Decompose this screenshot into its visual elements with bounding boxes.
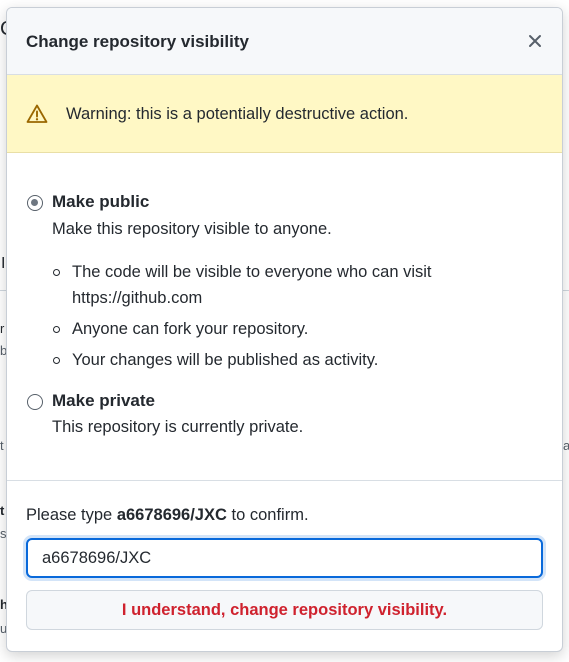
background-text-fragment: t — [0, 503, 5, 518]
warning-banner: Warning: this is a potentially destructi… — [7, 75, 562, 153]
make-public-label[interactable]: Make public — [52, 192, 149, 212]
confirm-instruction: Please type a6678696/JXC to confirm. — [26, 505, 309, 526]
visibility-options: Make public Make this repository visible… — [7, 153, 562, 481]
dialog-header: Change repository visibility — [7, 8, 562, 75]
confirm-prefix-text: Please type — [26, 506, 117, 524]
alert-triangle-icon — [26, 104, 48, 123]
bullet-marker — [53, 357, 60, 364]
public-consequence-item: Anyone can fork your repository. — [72, 320, 309, 338]
make-private-radio[interactable] — [27, 394, 43, 410]
bullet-marker — [53, 326, 60, 333]
make-public-radio[interactable] — [27, 195, 43, 211]
bullet-marker — [53, 269, 60, 276]
make-private-label[interactable]: Make private — [52, 391, 155, 411]
confirm-visibility-change-button[interactable]: I understand, change repository visibili… — [26, 590, 543, 630]
background-text-fragment: I — [1, 255, 6, 272]
warning-text: Warning: this is a potentially destructi… — [66, 105, 409, 123]
confirm-suffix-text: to confirm. — [226, 506, 309, 524]
make-public-description: Make this repository visible to anyone. — [52, 220, 332, 238]
confirm-repo-name: a6678696/JXC — [116, 506, 227, 524]
background-text-fragment: r — [0, 321, 5, 336]
close-icon — [529, 35, 541, 47]
change-visibility-dialog: Change repository visibility Warning: th… — [6, 7, 563, 652]
make-private-description: This repository is currently private. — [52, 418, 304, 436]
background-text-fragment: a — [563, 438, 569, 453]
background-text-fragment: t — [0, 438, 4, 453]
public-consequence-item: The code will be visible to everyone who… — [72, 263, 432, 307]
confirm-section: Please type a6678696/JXC to confirm. I u… — [7, 481, 562, 651]
public-consequence-item: Your changes will be published as activi… — [72, 351, 379, 369]
dialog-title: Change repository visibility — [26, 32, 249, 51]
confirm-repo-input[interactable] — [26, 538, 543, 578]
close-button[interactable] — [523, 29, 547, 53]
background-divider — [563, 290, 569, 291]
